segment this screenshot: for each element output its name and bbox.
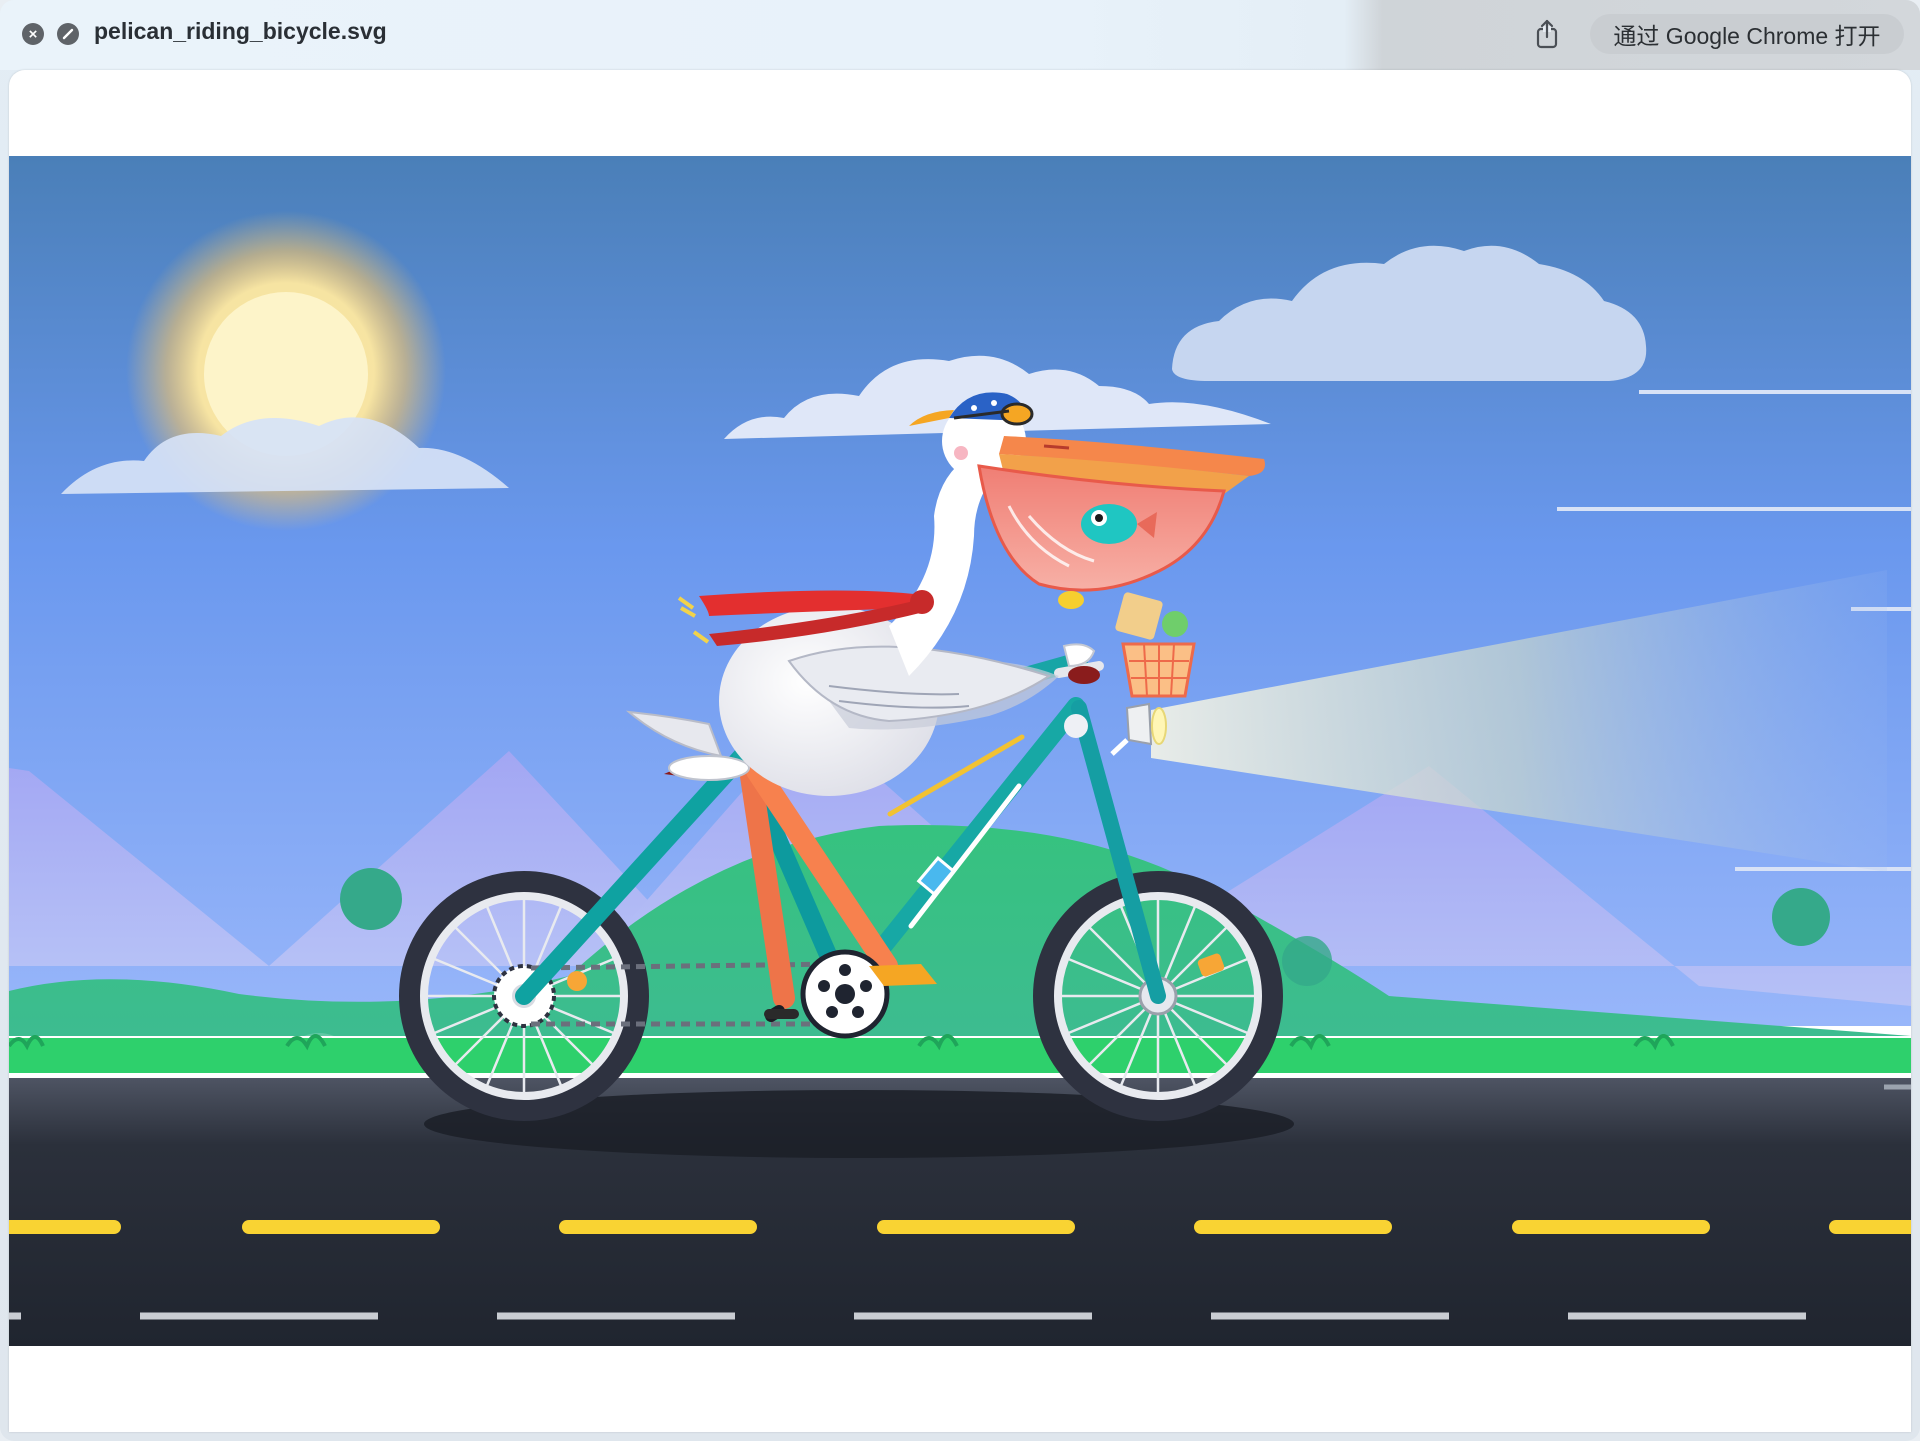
scene-svg [9,156,1911,1346]
preview-window: × pelican_riding_bicycle.svg 通过 Google C… [0,0,1920,1441]
open-with-chrome-button[interactable]: 通过 Google Chrome 打开 [1590,14,1904,54]
close-icon[interactable]: × [22,23,44,45]
grass [9,1038,1911,1073]
bush-mid [1282,936,1332,986]
file-title: pelican_riding_bicycle.svg [94,18,387,44]
title-bar: × pelican_riding_bicycle.svg 通过 Google C… [0,0,1920,70]
pelican-illustration [9,156,1911,1346]
image-preview-area [9,70,1911,1432]
share-icon[interactable] [1532,18,1562,50]
bush-left [340,868,402,930]
block-icon[interactable] [57,23,79,45]
bush-right [1772,888,1830,946]
block-glyph [62,28,74,40]
road-edge [9,1073,1911,1078]
